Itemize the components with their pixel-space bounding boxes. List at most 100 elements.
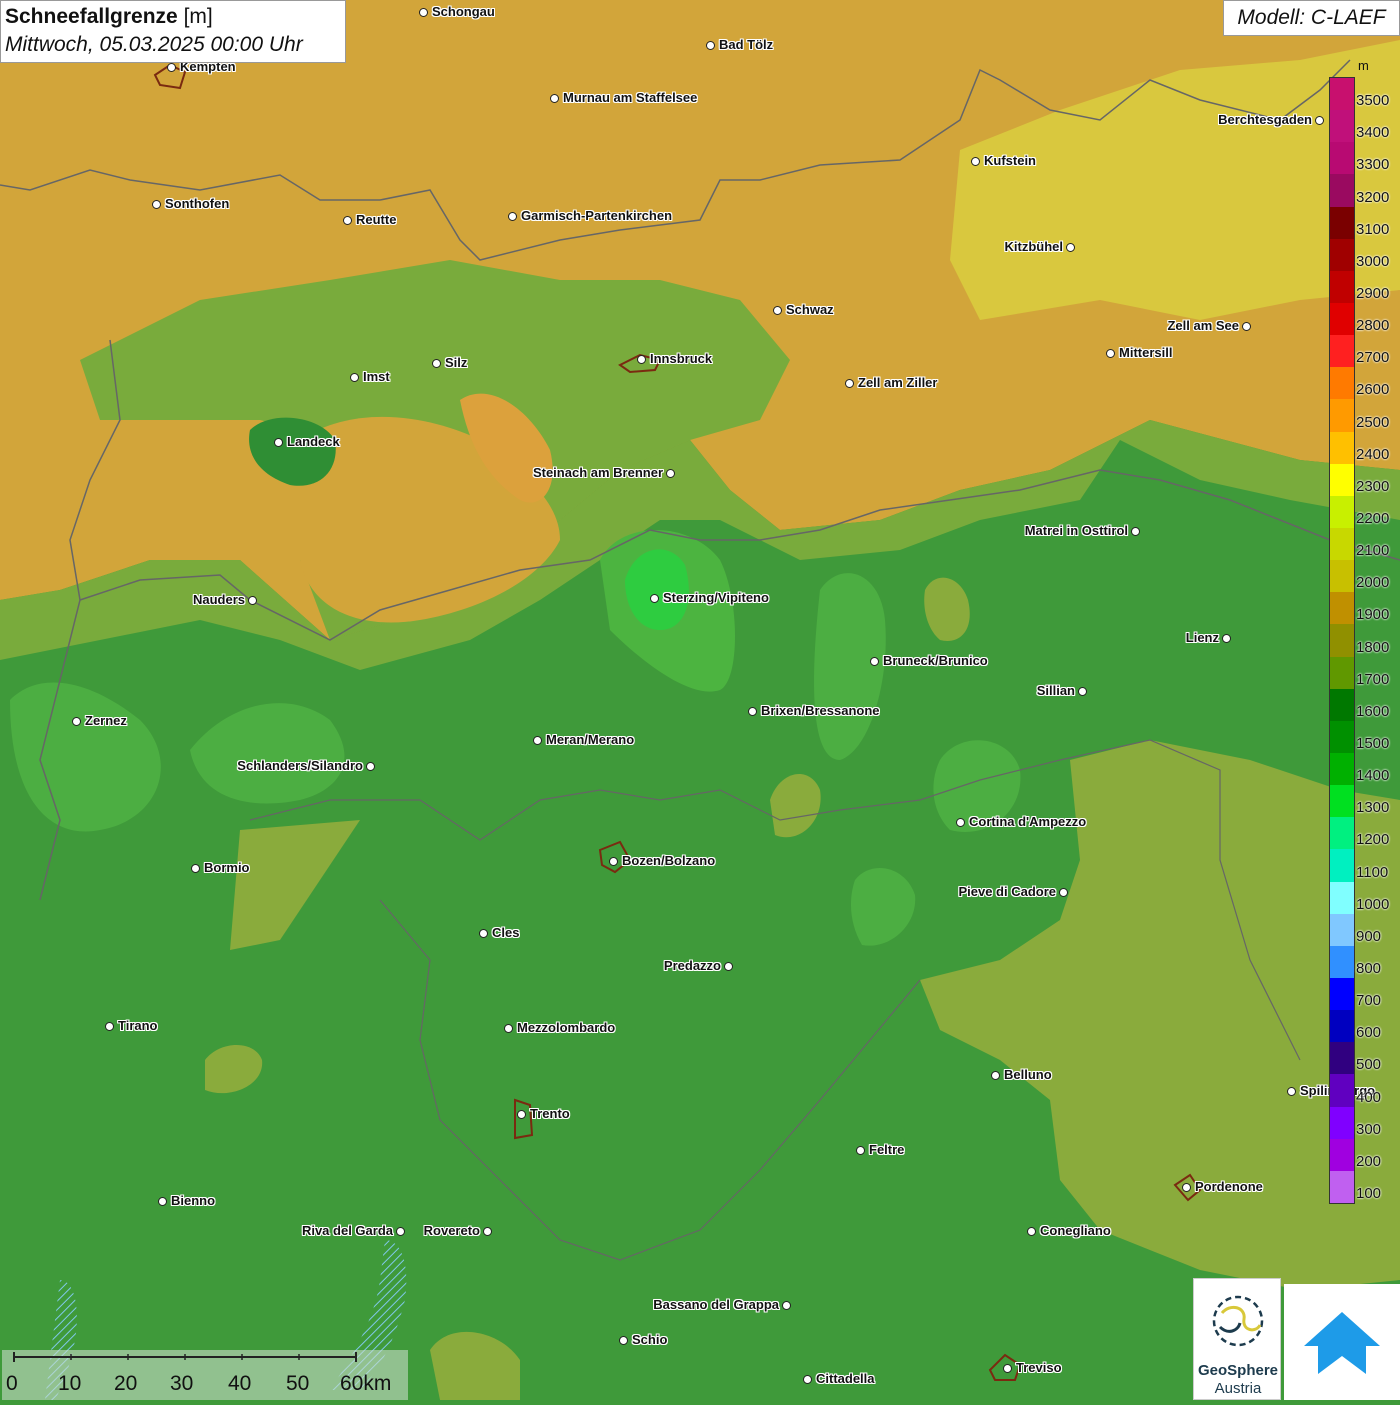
- legend-label: 2400: [1356, 445, 1390, 463]
- partner-mark-icon: [1304, 1312, 1380, 1374]
- legend-swatch: [1330, 367, 1354, 400]
- city-marker: [396, 1227, 405, 1236]
- city-marker: [856, 1146, 865, 1155]
- legend-label: 2800: [1356, 317, 1390, 335]
- scale-label: 10: [58, 1372, 82, 1395]
- logo-text-line2: Austria: [1214, 1380, 1262, 1397]
- city-marker: [803, 1375, 812, 1384]
- city-marker: [1182, 1183, 1191, 1192]
- city-marker: [666, 469, 675, 478]
- city-marker: [366, 762, 375, 771]
- legend-label: 3400: [1356, 124, 1390, 142]
- city-label: Berchtesgaden: [1218, 112, 1312, 127]
- city-label: Schlanders/Silandro: [237, 758, 363, 773]
- scale-label: 20: [114, 1372, 138, 1395]
- legend-label: 2500: [1356, 413, 1390, 431]
- legend-swatch: [1330, 656, 1354, 689]
- legend-swatch: [1330, 945, 1354, 978]
- city-marker: [1027, 1227, 1036, 1236]
- city-marker: [1106, 349, 1115, 358]
- city-label: Mittersill: [1119, 345, 1173, 360]
- legend-label: 900: [1356, 927, 1382, 945]
- city-marker: [152, 200, 161, 209]
- legend-swatch: [1330, 527, 1354, 561]
- legend-swatch: [1330, 560, 1354, 593]
- city-marker: [782, 1301, 791, 1310]
- legend-label: 800: [1356, 959, 1382, 977]
- city-marker: [773, 306, 782, 315]
- legend-unit: m: [1358, 58, 1369, 73]
- legend-swatch: [1330, 206, 1354, 239]
- city-marker: [274, 438, 283, 447]
- city-marker: [1131, 527, 1140, 536]
- legend-swatch: [1330, 302, 1354, 336]
- legend-swatch: [1330, 78, 1354, 111]
- city-marker: [350, 373, 359, 382]
- city-marker: [650, 594, 659, 603]
- city-label: Feltre: [869, 1142, 905, 1157]
- legend-swatch: [1330, 592, 1354, 625]
- city-label: Cortina d'Ampezzo: [969, 814, 1087, 829]
- legend-swatch: [1330, 399, 1354, 432]
- city-marker: [706, 41, 715, 50]
- city-label: Zell am Ziller: [858, 375, 938, 390]
- scale-label: 40: [228, 1372, 252, 1395]
- city-marker: [1078, 687, 1087, 696]
- city-label: Cittadella: [816, 1371, 875, 1386]
- legend-label: 1500: [1356, 734, 1390, 752]
- city-marker: [637, 355, 646, 364]
- geosphere-mark-icon: [1212, 1295, 1264, 1347]
- legend-swatch: [1330, 752, 1354, 786]
- city-marker: [971, 157, 980, 166]
- legend-label: 400: [1356, 1088, 1382, 1106]
- legend-swatch: [1330, 881, 1354, 914]
- city-label: Bormio: [204, 860, 250, 875]
- legend-label: 600: [1356, 1024, 1382, 1042]
- city-marker: [508, 212, 517, 221]
- city-marker: [343, 216, 352, 225]
- city-label: Zernez: [85, 713, 127, 728]
- city-marker: [72, 717, 81, 726]
- legend-swatch: [1330, 817, 1354, 850]
- legend-swatch: [1330, 688, 1354, 721]
- city-marker: [991, 1071, 1000, 1080]
- legend-label: 2200: [1356, 509, 1390, 527]
- city-label: Kitzbühel: [1004, 239, 1064, 254]
- city-label: Schio: [632, 1332, 668, 1347]
- legend-swatch: [1330, 270, 1354, 303]
- city-label: Imst: [363, 369, 390, 384]
- legend-label: 200: [1356, 1152, 1382, 1170]
- legend-label: 1100: [1356, 863, 1389, 881]
- city-label: Meran/Merano: [546, 732, 635, 747]
- partner-logo: [1284, 1284, 1400, 1400]
- legend-label: 1300: [1356, 799, 1390, 817]
- legend-label: 3200: [1356, 188, 1390, 206]
- city-label: Riva del Garda: [301, 1223, 393, 1238]
- city-marker: [432, 359, 441, 368]
- geosphere-logo: GeoSphere Austria: [1193, 1278, 1281, 1400]
- city-marker: [504, 1024, 513, 1033]
- legend-swatch: [1330, 720, 1354, 753]
- city-label: Landeck: [287, 434, 340, 449]
- legend-label: 3000: [1356, 252, 1390, 270]
- forecast-date: Mittwoch, 05.03.2025 00:00 Uhr: [5, 33, 303, 56]
- city-marker: [1315, 116, 1324, 125]
- legend-label: 3300: [1356, 156, 1390, 174]
- city-marker: [845, 379, 854, 388]
- city-label: Sonthofen: [165, 196, 230, 211]
- city-label: Matrei in Osttirol: [1024, 523, 1128, 538]
- city-marker: [1242, 322, 1251, 331]
- legend-swatch: [1330, 174, 1354, 207]
- legend-swatch: [1330, 238, 1354, 271]
- page-title: Schneefallgrenze [m]: [5, 3, 341, 31]
- city-label: Innsbruck: [650, 351, 713, 366]
- legend-swatch: [1330, 463, 1354, 496]
- city-label: Belluno: [1004, 1067, 1052, 1082]
- city-marker: [748, 707, 757, 716]
- title-param: Schneefallgrenze: [5, 5, 178, 28]
- city-label: Lienz: [1185, 630, 1219, 645]
- city-label: Trento: [530, 1106, 570, 1121]
- city-label: Reutte: [356, 212, 397, 227]
- city-marker: [619, 1336, 628, 1345]
- scale-label: 30: [170, 1372, 194, 1395]
